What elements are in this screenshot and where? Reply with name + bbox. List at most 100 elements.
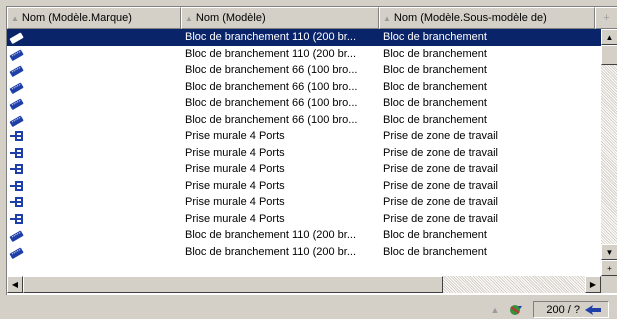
- cell-brand: [7, 212, 181, 226]
- scroll-up-button[interactable]: ▲: [601, 29, 617, 45]
- vertical-scrollbar[interactable]: ▲ ▼ +: [601, 29, 617, 276]
- patch-panel-icon: [9, 30, 25, 44]
- table-row[interactable]: Bloc de branchement 66 (100 bro... Bloc d…: [7, 112, 601, 129]
- record-count-label: 200 / ?: [546, 303, 580, 316]
- cell-model: Prise murale 4 Ports: [185, 130, 285, 143]
- table-row[interactable]: Bloc de branchement 66 (100 bro... Bloc d…: [7, 95, 601, 112]
- sort-indicator-icon: ▲: [490, 304, 500, 315]
- table-row[interactable]: Bloc de branchement 110 (200 br... Bloc d…: [7, 227, 601, 244]
- table-row[interactable]: Prise murale 4 Ports Prise de zone de tra…: [7, 161, 601, 178]
- refresh-icon[interactable]: [507, 303, 525, 317]
- table-row[interactable]: Prise murale 4 Ports Prise de zone de tra…: [7, 194, 601, 211]
- wall-port-icon: [9, 179, 25, 193]
- cell-submodel: Prise de zone de travail: [383, 130, 498, 143]
- table-row[interactable]: Prise murale 4 Ports Prise de zone de tra…: [7, 128, 601, 145]
- cell-model: Bloc de branchement 110 (200 br...: [185, 47, 357, 60]
- horizontal-scroll-thumb[interactable]: [23, 276, 443, 293]
- vertical-scroll-thumb[interactable]: [601, 45, 617, 65]
- cell-brand: [7, 80, 181, 94]
- wall-port-icon: [9, 162, 25, 176]
- horizontal-scrollbar[interactable]: ◀ ▶: [7, 276, 601, 293]
- patch-panel-icon: [9, 63, 25, 77]
- cell-brand: [7, 146, 181, 160]
- cell-brand: [7, 47, 181, 61]
- add-column-label: +: [603, 12, 610, 24]
- table-row[interactable]: Prise murale 4 Ports Prise de zone de tra…: [7, 145, 601, 162]
- table-row[interactable]: Bloc de branchement 66 (100 bro... Bloc d…: [7, 79, 601, 96]
- cell-brand: [7, 96, 181, 110]
- wall-port-icon: [9, 195, 25, 209]
- cell-brand: [7, 63, 181, 77]
- sort-indicator-icon: ▲: [11, 13, 19, 23]
- cell-model: Bloc de branchement 110 (200 br...: [185, 31, 357, 44]
- patch-panel-icon: [9, 113, 25, 127]
- table-row[interactable]: Prise murale 4 Ports Prise de zone de tra…: [7, 178, 601, 195]
- cell-model: Prise murale 4 Ports: [185, 179, 285, 192]
- arrow-up-icon: ▲: [605, 32, 614, 42]
- cell-model: Bloc de branchement 66 (100 bro...: [185, 113, 358, 126]
- scroll-down-button[interactable]: ▼: [601, 244, 617, 260]
- cell-brand: [7, 245, 181, 259]
- arrow-right-icon: ▶: [589, 280, 597, 289]
- cell-model: Bloc de branchement 66 (100 bro...: [185, 64, 358, 77]
- patch-panel-icon: [9, 80, 25, 94]
- plus-icon: +: [607, 263, 612, 273]
- cell-submodel: Prise de zone de travail: [383, 196, 498, 209]
- sort-indicator-icon: ▲: [383, 13, 391, 23]
- column-label: Nom (Modèle.Marque): [21, 12, 132, 24]
- table-row[interactable]: Prise murale 4 Ports Prise de zone de tra…: [7, 211, 601, 228]
- status-bar: ▲ 200 / ?: [0, 300, 617, 319]
- fetch-all-arrow-icon[interactable]: [584, 304, 602, 316]
- cell-brand: [7, 30, 181, 44]
- table-row[interactable]: Bloc de branchement 110 (200 br... Bloc d…: [7, 244, 601, 261]
- cell-submodel: Bloc de branchement: [383, 229, 487, 242]
- expand-rows-button[interactable]: +: [601, 260, 617, 276]
- column-header-brand[interactable]: ▲ Nom (Modèle.Marque): [7, 7, 181, 29]
- cell-submodel: Bloc de branchement: [383, 64, 487, 77]
- column-label: Nom (Modèle): [195, 12, 266, 24]
- cell-brand: [7, 195, 181, 209]
- record-list[interactable]: ▲ Nom (Modèle.Marque) ▲ Nom (Modèle) ▲ N…: [6, 6, 617, 295]
- arrow-down-icon: ▼: [605, 247, 614, 257]
- cell-submodel: Bloc de branchement: [383, 80, 487, 93]
- patch-panel-icon: [9, 47, 25, 61]
- column-header-model[interactable]: ▲ Nom (Modèle): [181, 7, 379, 29]
- cell-brand: [7, 179, 181, 193]
- cell-brand: [7, 129, 181, 143]
- scroll-right-button[interactable]: ▶: [585, 276, 601, 293]
- cell-model: Prise murale 4 Ports: [185, 212, 285, 225]
- add-column-button[interactable]: +: [595, 7, 617, 29]
- cell-submodel: Prise de zone de travail: [383, 163, 498, 176]
- record-count: 200 / ?: [533, 301, 609, 318]
- arrow-left-icon: ◀: [11, 280, 19, 289]
- cell-brand: [7, 228, 181, 242]
- scroll-left-button[interactable]: ◀: [7, 276, 23, 293]
- scrollbar-corner: [601, 276, 617, 293]
- cell-submodel: Bloc de branchement: [383, 97, 487, 110]
- patch-panel-icon: [9, 96, 25, 110]
- cell-model: Prise murale 4 Ports: [185, 146, 285, 159]
- cell-model: Bloc de branchement 110 (200 br...: [185, 229, 357, 242]
- cell-model: Bloc de branchement 66 (100 bro...: [185, 97, 358, 110]
- column-header: ▲ Nom (Modèle.Marque) ▲ Nom (Modèle) ▲ N…: [7, 7, 617, 29]
- column-label: Nom (Modèle.Sous-modèle de): [393, 12, 547, 24]
- cell-submodel: Prise de zone de travail: [383, 179, 498, 192]
- cell-brand: [7, 113, 181, 127]
- cell-model: Prise murale 4 Ports: [185, 196, 285, 209]
- cell-model: Bloc de branchement 110 (200 br...: [185, 245, 357, 258]
- cell-model: Prise murale 4 Ports: [185, 163, 285, 176]
- sort-indicator-icon: ▲: [185, 13, 193, 23]
- table-row[interactable]: Bloc de branchement 110 (200 br... Bloc d…: [7, 29, 601, 46]
- wall-port-icon: [9, 146, 25, 160]
- column-header-submodel[interactable]: ▲ Nom (Modèle.Sous-modèle de): [379, 7, 595, 29]
- vertical-scroll-track[interactable]: [601, 65, 617, 245]
- table-row[interactable]: Bloc de branchement 110 (200 br... Bloc d…: [7, 46, 601, 63]
- patch-panel-icon: [9, 245, 25, 259]
- cell-model: Bloc de branchement 66 (100 bro...: [185, 80, 358, 93]
- wall-port-icon: [9, 129, 25, 143]
- cell-submodel: Prise de zone de travail: [383, 212, 498, 225]
- cell-brand: [7, 162, 181, 176]
- table-row[interactable]: Bloc de branchement 66 (100 bro... Bloc d…: [7, 62, 601, 79]
- cell-submodel: Bloc de branchement: [383, 31, 487, 44]
- cell-submodel: Bloc de branchement: [383, 113, 487, 126]
